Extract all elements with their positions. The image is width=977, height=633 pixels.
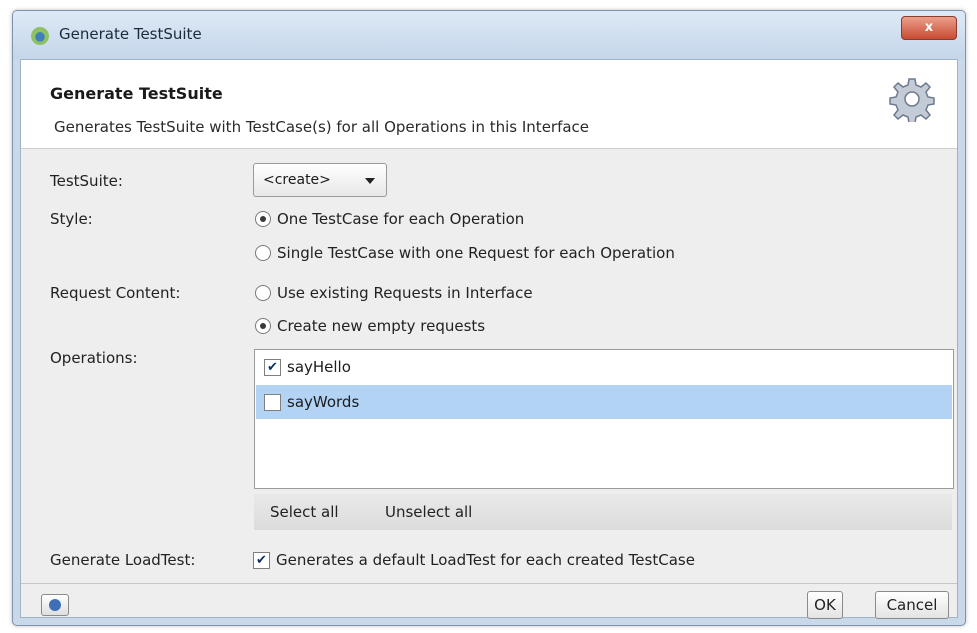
style-option-label: One TestCase for each Operation: [277, 210, 525, 228]
app-icon: [31, 27, 49, 45]
radio-selected[interactable]: [255, 318, 271, 334]
testsuite-value: <create>: [263, 172, 331, 188]
form-body: TestSuite: <create> Style: One TestCase …: [21, 149, 957, 583]
dialog-window: Generate TestSuite x Generate TestSuite …: [12, 10, 966, 626]
request-content-label: Request Content:: [50, 284, 181, 302]
help-button[interactable]: [41, 594, 69, 616]
cancel-button[interactable]: Cancel: [875, 591, 949, 619]
request-option-existing[interactable]: Use existing Requests in Interface: [255, 282, 533, 304]
radio-unselected[interactable]: [255, 285, 271, 301]
dialog-client: Generate TestSuite Generates TestSuite w…: [20, 59, 958, 619]
list-item[interactable]: ✔ sayHello: [256, 350, 952, 384]
help-icon: [49, 599, 61, 611]
close-button[interactable]: x: [901, 16, 957, 40]
style-option-label: Single TestCase with one Request for eac…: [277, 244, 675, 262]
testsuite-label: TestSuite:: [50, 172, 123, 190]
chevron-down-icon: [365, 178, 375, 184]
request-option-label: Use existing Requests in Interface: [277, 284, 533, 302]
selection-toolbar: Select all Unselect all: [254, 494, 952, 530]
style-option-single-testcase[interactable]: Single TestCase with one Request for eac…: [255, 242, 675, 264]
testsuite-select[interactable]: <create>: [253, 163, 387, 197]
select-all-button[interactable]: Select all: [270, 503, 339, 521]
checkbox-unchecked[interactable]: [264, 393, 281, 411]
style-label: Style:: [50, 210, 93, 228]
request-option-label: Create new empty requests: [277, 317, 486, 335]
operation-label: sayWords: [287, 393, 360, 411]
gear-icon: [889, 78, 935, 122]
loadtest-label: Generate LoadTest:: [50, 551, 196, 569]
operation-label: sayHello: [287, 358, 351, 376]
ok-button[interactable]: OK: [807, 591, 843, 619]
operations-label: Operations:: [50, 349, 138, 367]
loadtest-option[interactable]: ✔ Generates a default LoadTest for each …: [253, 549, 695, 571]
title-bar[interactable]: Generate TestSuite x: [13, 11, 965, 59]
loadtest-checkbox-label: Generates a default LoadTest for each cr…: [276, 551, 695, 569]
window-title: Generate TestSuite: [59, 25, 202, 43]
checkbox-checked[interactable]: ✔: [264, 358, 281, 376]
operations-list[interactable]: ✔ sayHello sayWords: [254, 349, 954, 489]
radio-unselected[interactable]: [255, 245, 271, 261]
request-option-new-empty[interactable]: Create new empty requests: [255, 315, 485, 337]
header-title: Generate TestSuite: [50, 84, 223, 103]
dialog-footer: OK Cancel: [21, 583, 957, 619]
header-description: Generates TestSuite with TestCase(s) for…: [54, 118, 590, 136]
list-item[interactable]: sayWords: [256, 385, 952, 419]
checkbox-checked[interactable]: ✔: [253, 551, 270, 569]
style-option-one-per-operation[interactable]: One TestCase for each Operation: [255, 208, 524, 230]
dialog-header: Generate TestSuite Generates TestSuite w…: [21, 60, 957, 149]
unselect-all-button[interactable]: Unselect all: [385, 503, 472, 521]
radio-selected[interactable]: [255, 211, 271, 227]
